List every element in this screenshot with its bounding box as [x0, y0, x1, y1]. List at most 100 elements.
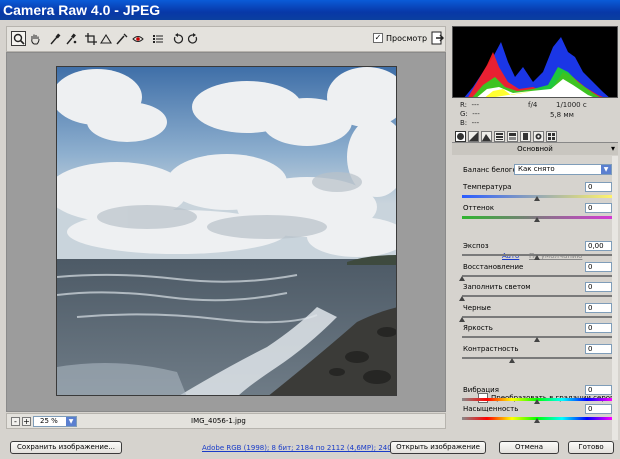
recovery-value[interactable]: 0: [585, 262, 612, 272]
white-balance-select[interactable]: Как снято ▼: [514, 164, 612, 175]
image-preview-area[interactable]: [6, 52, 446, 412]
done-button[interactable]: Готово: [568, 441, 614, 454]
exposure-label: Экспоз: [463, 242, 489, 250]
tab-tone-curve-icon[interactable]: [468, 131, 479, 142]
fill-light-thumb[interactable]: [459, 296, 465, 301]
brightness-label: Яркость: [463, 324, 493, 332]
blacks-thumb[interactable]: [459, 317, 465, 322]
tab-presets-icon[interactable]: [546, 131, 557, 142]
tab-lens-icon[interactable]: [520, 131, 531, 142]
crop-icon[interactable]: [83, 31, 98, 46]
recovery-slider[interactable]: Восстановление 0: [459, 262, 614, 283]
fill-light-track: [462, 295, 612, 297]
contrast-slider[interactable]: Контрастность 0: [462, 344, 614, 365]
blacks-value[interactable]: 0: [585, 303, 612, 313]
recovery-thumb[interactable]: [459, 276, 465, 281]
rgb-readout: R: --- G: --- B: ---: [460, 101, 480, 128]
vibrance-label: Вибрация: [463, 386, 499, 394]
saturation-label: Насыщенность: [463, 405, 519, 413]
contrast-track: [462, 357, 612, 359]
fill-light-slider[interactable]: Заполнить светом 0: [459, 282, 614, 303]
zoom-out-button[interactable]: -: [11, 417, 20, 426]
white-balance-value: Как снято: [518, 165, 555, 173]
brightness-value[interactable]: 0: [585, 323, 612, 333]
fill-light-value[interactable]: 0: [585, 282, 612, 292]
g-label: G:: [460, 110, 468, 118]
panel-scrollbar[interactable]: [612, 156, 618, 440]
exposure-slider[interactable]: Экспоз 0,00: [462, 241, 614, 262]
r-label: R:: [460, 101, 468, 109]
g-value: ---: [472, 110, 480, 118]
zoom-icon[interactable]: [11, 31, 26, 46]
saturation-thumb[interactable]: [534, 418, 540, 423]
tab-split-toning-icon[interactable]: [507, 131, 518, 142]
save-image-button[interactable]: Сохранить изображение...: [10, 441, 122, 454]
info-readout: R: --- G: --- B: --- f/4 1/1000 с 5,8 мм: [452, 98, 618, 130]
brightness-thumb[interactable]: [534, 337, 540, 342]
chevron-down-icon: ▼: [601, 165, 611, 174]
recovery-label: Восстановление: [463, 263, 524, 271]
temperature-thumb[interactable]: [534, 196, 540, 201]
tint-thumb[interactable]: [534, 217, 540, 222]
vibrance-slider[interactable]: Вибрация 0: [462, 385, 614, 406]
focal-length: 5,8 мм: [550, 111, 574, 119]
white-balance-icon[interactable]: [47, 31, 62, 46]
saturation-slider[interactable]: Насыщенность 0: [462, 404, 614, 425]
contrast-thumb[interactable]: [508, 358, 515, 363]
exposure-thumb[interactable]: [534, 255, 540, 260]
tint-slider[interactable]: Оттенок 0: [462, 203, 614, 224]
vibrance-value[interactable]: 0: [585, 385, 612, 395]
temperature-slider[interactable]: Температура 0: [462, 182, 614, 203]
blacks-track: [462, 316, 612, 318]
file-name: IMG_4056-1.jpg: [191, 417, 246, 425]
aperture: f/4: [528, 101, 538, 109]
zoom-value: 25 %: [40, 417, 58, 425]
r-value: ---: [471, 101, 480, 109]
color-sampler-icon[interactable]: [63, 31, 78, 46]
preferences-icon[interactable]: [150, 31, 165, 46]
blacks-label: Черные: [463, 304, 491, 312]
tab-detail-icon[interactable]: [481, 131, 492, 142]
rotate-right-icon[interactable]: [185, 31, 200, 46]
vibrance-thumb[interactable]: [534, 399, 540, 404]
temperature-value[interactable]: 0: [585, 182, 612, 192]
saturation-value[interactable]: 0: [585, 404, 612, 414]
contrast-value[interactable]: 0: [585, 344, 612, 354]
retouch-icon[interactable]: [114, 31, 129, 46]
panel-tabs: [452, 130, 618, 143]
tab-hsl-icon[interactable]: [494, 131, 505, 142]
preview-label: Просмотр: [386, 33, 428, 43]
preview-checkbox[interactable]: ✓: [373, 33, 383, 43]
cancel-button[interactable]: Отмена: [499, 441, 559, 454]
workflow-options-link[interactable]: Adobe RGB (1998); 8 бит; 2184 по 2112 (4…: [202, 444, 405, 452]
zoom-bar: - + 25 % ▼ IMG_4056-1.jpg: [6, 413, 446, 429]
white-balance-label: Баланс белого:: [463, 166, 520, 174]
tab-camera-calibration-icon[interactable]: [533, 131, 544, 142]
brightness-slider[interactable]: Яркость 0: [462, 323, 614, 344]
panel-menu-icon[interactable]: ▾: [611, 143, 615, 155]
preview-toggle[interactable]: ✓ Просмотр: [373, 33, 427, 43]
photo-preview: [56, 66, 397, 396]
straighten-icon[interactable]: [98, 31, 113, 46]
fill-light-label: Заполнить светом: [463, 283, 531, 291]
tab-basic-icon[interactable]: [455, 131, 466, 142]
recovery-track: [462, 275, 612, 277]
temperature-label: Температура: [463, 183, 512, 191]
contrast-label: Контрастность: [463, 345, 519, 353]
open-image-button[interactable]: Открыть изображение: [390, 441, 486, 454]
fullscreen-icon[interactable]: [431, 31, 445, 45]
toolbar: ✓ Просмотр: [6, 26, 446, 52]
b-value: ---: [471, 119, 480, 127]
section-header: Основной ▾: [452, 143, 618, 155]
tint-value[interactable]: 0: [585, 203, 612, 213]
zoom-in-button[interactable]: +: [22, 417, 31, 426]
exposure-value[interactable]: 0,00: [585, 241, 612, 251]
section-title: Основной: [517, 145, 553, 153]
chevron-down-icon: ▼: [66, 417, 76, 426]
camera-raw-dialog: ✓ Просмотр - + 25 % ▼ IMG_4056-1.jpg R: …: [0, 20, 620, 459]
rotate-left-icon[interactable]: [170, 31, 185, 46]
zoom-select[interactable]: 25 % ▼: [33, 416, 77, 427]
hand-icon[interactable]: [27, 31, 42, 46]
red-eye-icon[interactable]: [130, 31, 145, 46]
blacks-slider[interactable]: Черные 0: [459, 303, 614, 324]
